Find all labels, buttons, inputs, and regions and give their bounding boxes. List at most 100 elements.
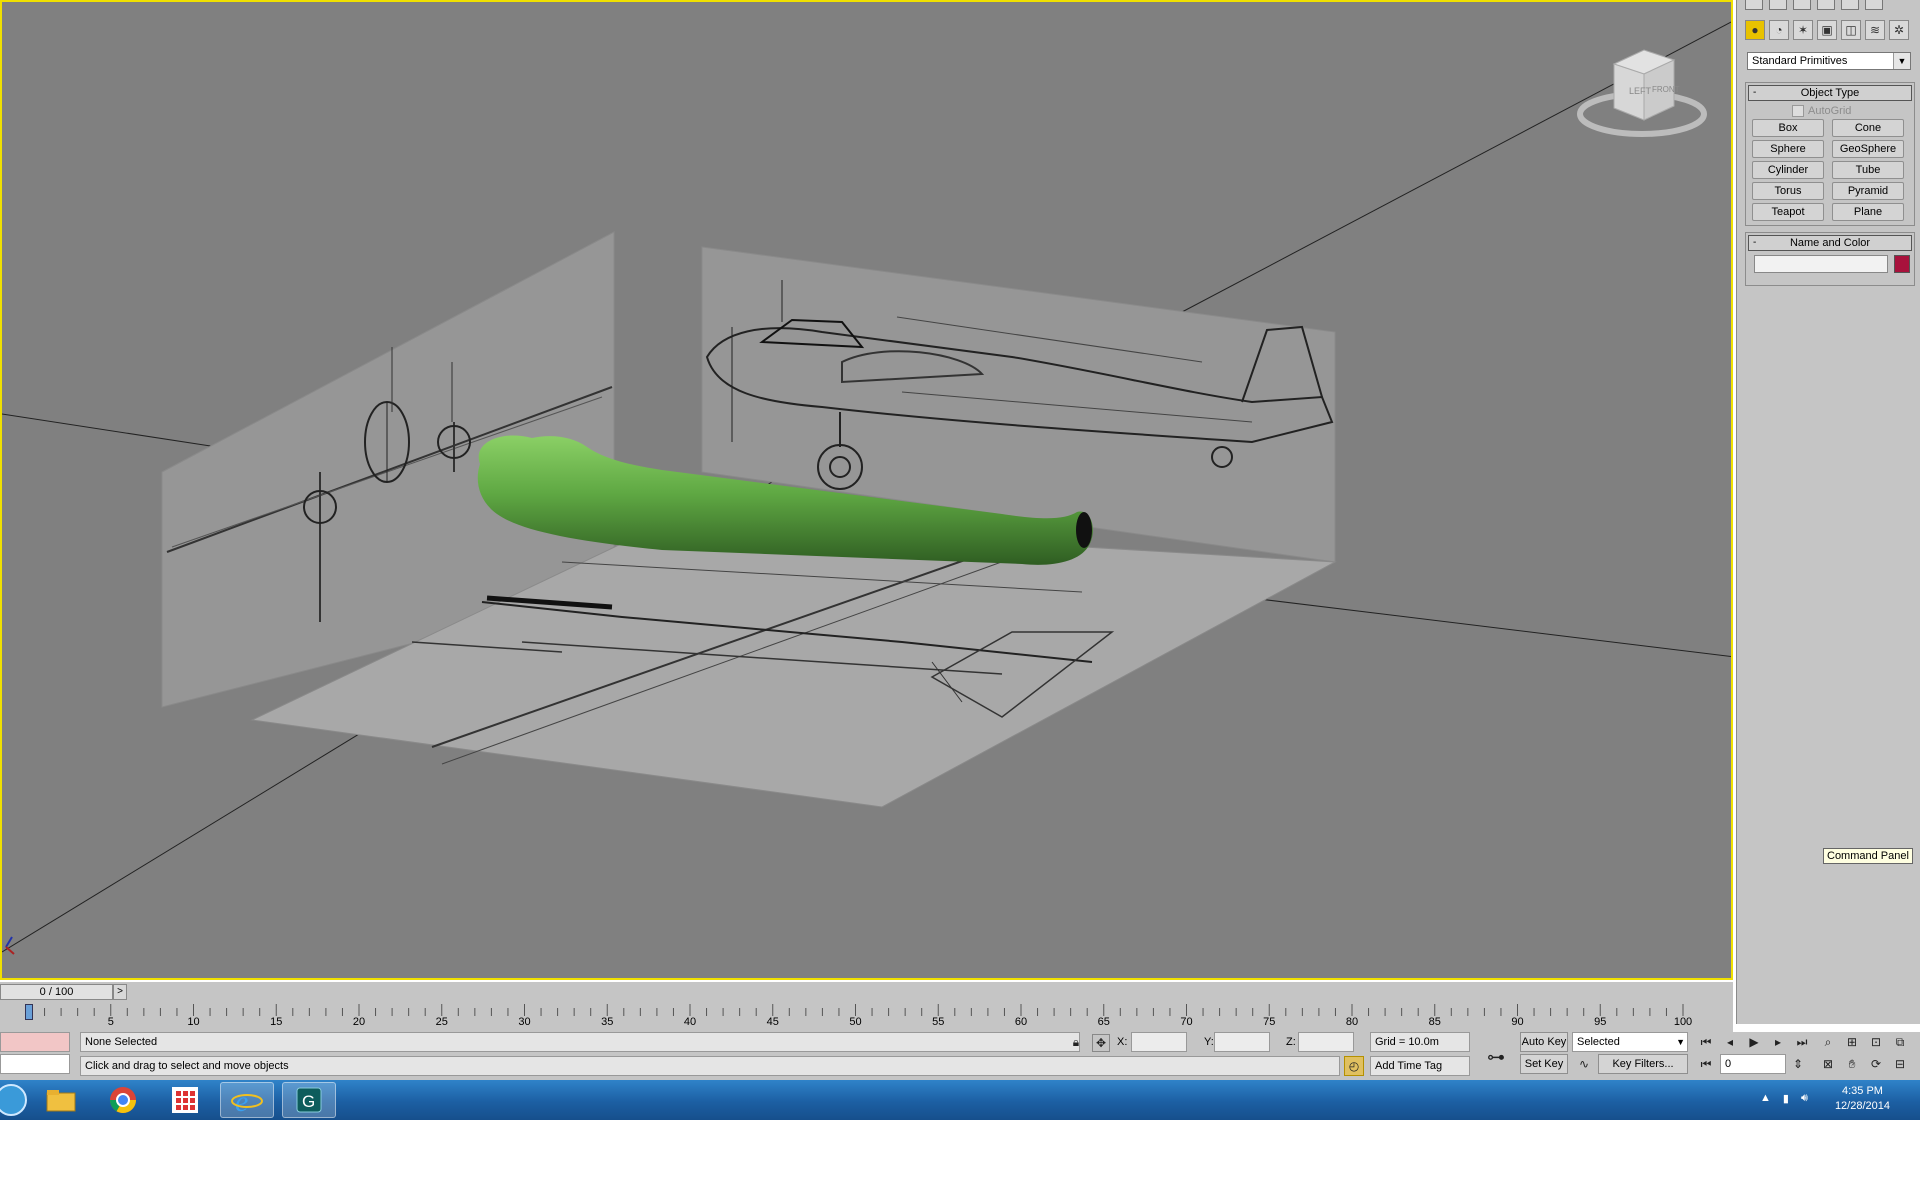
maxscript-input[interactable]	[0, 1054, 70, 1074]
key-filters-button[interactable]: Key Filters...	[1598, 1054, 1688, 1074]
object-type-header[interactable]: - Object Type	[1748, 85, 1912, 101]
absolute-mode-icon[interactable]: ✥	[1092, 1034, 1110, 1052]
shapes-icon[interactable]: ◔	[1769, 20, 1789, 40]
current-frame-input[interactable]: 0	[1720, 1054, 1786, 1074]
start-button[interactable]	[0, 1082, 38, 1118]
name-and-color-header[interactable]: - Name and Color	[1748, 235, 1912, 251]
primitive-type-value: Standard Primitives	[1752, 55, 1848, 67]
show-hidden-icons-icon[interactable]: ▲	[1760, 1092, 1771, 1105]
cone-button[interactable]: Cone	[1832, 119, 1904, 137]
set-key-button[interactable]: Set Key	[1520, 1054, 1568, 1074]
primitive-type-dropdown[interactable]: Standard Primitives ▼	[1747, 52, 1911, 70]
create-categories: ● ◔ ✶ ▣ ◫ ≋ ✲	[1745, 20, 1909, 40]
app-grid-button[interactable]	[158, 1082, 212, 1118]
auto-key-button[interactable]: Auto Key	[1520, 1032, 1568, 1052]
maximize-viewport-icon[interactable]: ⊟	[1890, 1054, 1910, 1074]
track-cursor[interactable]	[25, 1004, 33, 1020]
zoom-extents-icon[interactable]: ⊡	[1866, 1032, 1886, 1052]
x-coordinate-input[interactable]	[1131, 1032, 1187, 1052]
perspective-viewport[interactable]: LEFT FRONT	[0, 0, 1733, 980]
3dsmax-icon: G	[296, 1087, 322, 1113]
time-slider[interactable]: 0 / 100	[0, 984, 113, 1000]
internet-explorer-button[interactable]: e	[220, 1082, 274, 1118]
motion-tab-icon[interactable]	[1817, 0, 1835, 10]
geometry-icon[interactable]: ●	[1745, 20, 1765, 40]
pan-icon[interactable]: ✋︎	[1842, 1054, 1862, 1074]
track-tick-label: 5	[107, 1016, 114, 1028]
object-type-rollout: - Object Type AutoGrid Box Cone Sphere G…	[1745, 82, 1915, 226]
play-icon[interactable]: ▶	[1744, 1032, 1764, 1052]
zoom-all-icon[interactable]: ⊞	[1842, 1032, 1862, 1052]
3dsmax-button[interactable]: G	[282, 1082, 336, 1118]
file-explorer-button[interactable]	[34, 1082, 88, 1118]
collapse-icon: -	[1753, 87, 1757, 98]
spinner-icon[interactable]: ⇕	[1788, 1054, 1808, 1074]
display-tab-icon[interactable]	[1841, 0, 1859, 10]
cylinder-button[interactable]: Cylinder	[1752, 161, 1824, 179]
command-panel-tooltip: Command Panel	[1823, 848, 1913, 864]
time-tag-icon[interactable]: ◴	[1344, 1056, 1364, 1076]
modify-tab-icon[interactable]	[1769, 0, 1787, 10]
previous-frame-icon[interactable]: ◂	[1720, 1032, 1740, 1052]
zoom-extents-all-icon[interactable]: ⧉	[1890, 1032, 1910, 1052]
autogrid-checkbox[interactable]: AutoGrid	[1792, 105, 1851, 117]
geosphere-button[interactable]: GeoSphere	[1832, 140, 1904, 158]
command-panel: ● ◔ ✶ ▣ ◫ ≋ ✲ Standard Primitives ▼ - Ob…	[1736, 0, 1920, 1024]
y-coordinate-input[interactable]	[1214, 1032, 1270, 1052]
zoom-icon[interactable]: ⌕	[1818, 1032, 1838, 1052]
field-of-view-icon[interactable]: ⊠	[1818, 1054, 1838, 1074]
selected-dropdown-value: Selected	[1577, 1036, 1620, 1048]
track-tick-label: 70	[1180, 1016, 1193, 1028]
lock-icon[interactable]: 🔒︎	[1066, 1032, 1086, 1052]
scene-canvas[interactable]: LEFT FRONT	[2, 2, 1733, 980]
hierarchy-tab-icon[interactable]	[1793, 0, 1811, 10]
key-icon[interactable]: ⊶	[1478, 1042, 1514, 1072]
lights-icon[interactable]: ✶	[1793, 20, 1813, 40]
box-button[interactable]: Box	[1752, 119, 1824, 137]
z-coordinate-input[interactable]	[1298, 1032, 1354, 1052]
cameras-icon[interactable]: ▣	[1817, 20, 1837, 40]
y-label: Y:	[1204, 1036, 1214, 1048]
key-mode-icon[interactable]: ⏮	[1696, 1054, 1716, 1074]
track-tick-label: 35	[601, 1016, 614, 1028]
orbit-icon[interactable]: ⟳	[1866, 1054, 1886, 1074]
clock-time: 4:35 PM	[1841, 1085, 1883, 1097]
track-tick-label: 80	[1345, 1016, 1359, 1028]
tube-button[interactable]: Tube	[1832, 161, 1904, 179]
teapot-button[interactable]: Teapot	[1752, 203, 1824, 221]
utilities-tab-icon[interactable]	[1865, 0, 1883, 10]
pyramid-button[interactable]: Pyramid	[1832, 182, 1904, 200]
plane-button[interactable]: Plane	[1832, 203, 1904, 221]
helpers-icon[interactable]: ◫	[1841, 20, 1861, 40]
volume-icon[interactable]: 🔊︎	[1801, 1092, 1808, 1105]
object-name-input[interactable]	[1754, 255, 1888, 273]
chevron-down-icon[interactable]: ▼	[1893, 53, 1910, 69]
viewcube-left-label: LEFT	[1629, 86, 1652, 96]
torus-button[interactable]: Torus	[1752, 182, 1824, 200]
object-type-title: Object Type	[1800, 87, 1860, 99]
network-icon[interactable]: ▮	[1783, 1092, 1789, 1105]
clock-date: 12/28/2014	[1834, 1100, 1890, 1112]
object-color-swatch[interactable]	[1894, 255, 1910, 273]
track-tick-label: 95	[1594, 1016, 1607, 1028]
track-bar[interactable]: 5 10 15 20 25 30 35 40 45 50 55 60 65 70 75 80 85 90 95 100	[0, 1002, 1733, 1032]
selected-dropdown[interactable]: Selected ▼	[1572, 1032, 1688, 1052]
prompt-line: Click and drag to select and move object…	[80, 1056, 1340, 1076]
maxscript-listener[interactable]	[0, 1032, 70, 1052]
add-time-tag-button[interactable]: Add Time Tag	[1370, 1056, 1470, 1076]
taskbar-clock[interactable]: 4:35 PM 12/28/2014	[1835, 1084, 1890, 1114]
create-tab-icon[interactable]	[1745, 0, 1763, 10]
track-tick-label: 25	[435, 1016, 448, 1028]
svg-text:e: e	[235, 1085, 248, 1116]
curve-icon[interactable]: ∿	[1574, 1054, 1594, 1074]
collapse-icon: -	[1753, 237, 1757, 248]
next-frame-button[interactable]: >	[113, 984, 127, 1000]
systems-icon[interactable]: ✲	[1889, 20, 1909, 40]
z-label: Z:	[1286, 1036, 1296, 1048]
space-warps-icon[interactable]: ≋	[1865, 20, 1885, 40]
go-to-end-icon[interactable]: ⏭	[1792, 1032, 1812, 1052]
next-frame-icon[interactable]: ▸	[1768, 1032, 1788, 1052]
sphere-button[interactable]: Sphere	[1752, 140, 1824, 158]
go-to-start-icon[interactable]: ⏮	[1696, 1032, 1716, 1052]
chrome-button[interactable]	[96, 1082, 150, 1118]
